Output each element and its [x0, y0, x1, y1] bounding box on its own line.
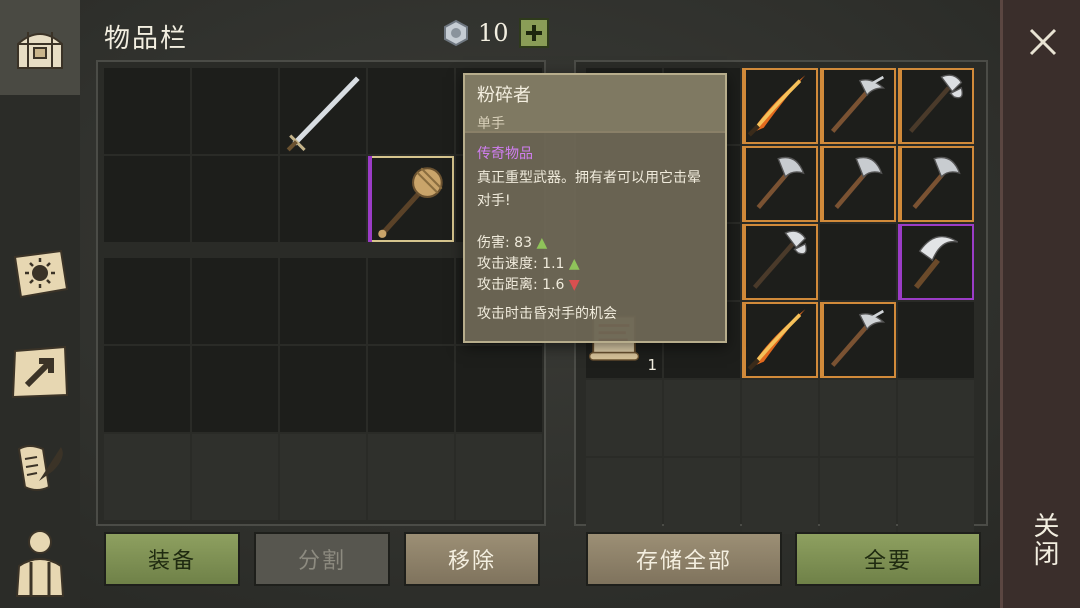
slot-pickaxe[interactable]: [820, 68, 896, 144]
left-sidebar: [0, 0, 80, 608]
empty-slot[interactable]: [820, 380, 896, 456]
empty-slot[interactable]: [586, 458, 662, 534]
empty-slot[interactable]: [104, 434, 190, 520]
double-axe-icon: [908, 74, 963, 133]
item-type: 单手: [477, 116, 505, 132]
empty-slot[interactable]: [280, 346, 366, 432]
item-tooltip: 粉碎者 单手 传奇物品 真正重型武器。拥有者可以用它击晕对手! 伤害: 83 ▲…: [463, 73, 727, 343]
close-label[interactable]: 关闭: [1023, 512, 1063, 568]
tooltip-header: 粉碎者 单手: [465, 75, 725, 133]
hatchet-icon: [834, 156, 883, 209]
empty-slot[interactable]: [368, 346, 454, 432]
slot-pickaxe[interactable]: [820, 302, 896, 378]
empty-slot[interactable]: [192, 346, 278, 432]
empty-slot[interactable]: [280, 434, 366, 520]
tab-inventory[interactable]: [0, 0, 80, 95]
empty-slot[interactable]: [104, 258, 190, 344]
empty-slot[interactable]: [820, 224, 896, 300]
empty-slot[interactable]: [898, 302, 974, 378]
tab-skills[interactable]: [6, 240, 74, 308]
tab-journal[interactable]: [6, 434, 74, 502]
slot-hatchet[interactable]: [742, 146, 818, 222]
empty-slot[interactable]: [280, 156, 366, 242]
double-axe-icon: [752, 230, 807, 289]
stat-attack-speed: 攻击速度: 1.1 ▲: [477, 256, 580, 272]
sword-icon: [286, 76, 360, 152]
item-name: 粉碎者: [477, 85, 531, 106]
split-button[interactable]: 分割: [254, 532, 390, 586]
empty-slot[interactable]: [192, 434, 278, 520]
stat-up-icon: ▲: [536, 235, 548, 251]
item-stats: 伤害: 83 ▲ 攻击速度: 1.1 ▲ 攻击距离: 1.6 ▼: [477, 233, 713, 296]
empty-slot[interactable]: [368, 258, 454, 344]
slot-flaming-sword[interactable]: [742, 302, 818, 378]
empty-slot[interactable]: [820, 458, 896, 534]
empty-slot[interactable]: [368, 68, 454, 154]
empty-slot[interactable]: [192, 258, 278, 344]
chest-icon: [17, 31, 63, 69]
empty-slot[interactable]: [104, 156, 190, 242]
stack-count: 1: [647, 356, 657, 374]
add-coins-button[interactable]: [518, 18, 549, 48]
empty-slot[interactable]: [280, 258, 366, 344]
slot-sword[interactable]: [280, 68, 366, 154]
slot-hatchet[interactable]: [820, 146, 896, 222]
page-title: 物品栏: [104, 24, 189, 54]
empty-slot[interactable]: [104, 68, 190, 154]
take-all-button[interactable]: 全要: [795, 532, 981, 586]
mace-icon: [378, 167, 443, 238]
item-effect: 攻击时击昏对手的机会: [477, 306, 617, 322]
scythe-icon: [913, 235, 959, 290]
character-icon: [15, 530, 65, 597]
empty-slot[interactable]: [192, 156, 278, 242]
close-icon[interactable]: [1021, 22, 1065, 62]
slot-mace[interactable]: [368, 156, 454, 242]
slot-double-axe[interactable]: [742, 224, 818, 300]
empty-slot[interactable]: [664, 380, 740, 456]
tab-crafting[interactable]: [6, 338, 74, 406]
quill-scroll-icon: [17, 445, 63, 491]
plus-icon: [525, 25, 542, 41]
hatchet-icon: [912, 156, 961, 209]
empty-slot[interactable]: [664, 458, 740, 534]
stat-up-icon: ▲: [568, 256, 580, 272]
flaming-sword-icon: [747, 75, 806, 137]
coin-icon: [444, 19, 468, 47]
stat-down-icon: ▼: [568, 277, 580, 293]
slot-double-axe[interactable]: [898, 68, 974, 144]
close-panel[interactable]: 关闭: [1000, 0, 1080, 608]
stat-attack-range: 攻击距离: 1.6 ▼: [477, 277, 580, 293]
empty-slot[interactable]: [742, 380, 818, 456]
flaming-sword-icon: [747, 309, 806, 371]
empty-slot[interactable]: [898, 458, 974, 534]
stat-damage: 伤害: 83 ▲: [477, 235, 548, 251]
item-rarity: 传奇物品: [477, 146, 533, 162]
tab-character[interactable]: [6, 528, 74, 597]
pickaxe-icon: [830, 75, 886, 133]
hatchet-icon: [756, 156, 805, 209]
craft-map-icon: [11, 345, 69, 399]
item-description: 真正重型武器。拥有者可以用它击晕对手!: [477, 170, 701, 209]
empty-slot[interactable]: [742, 458, 818, 534]
pickaxe-icon: [830, 309, 886, 367]
empty-slot[interactable]: [898, 380, 974, 456]
empty-slot[interactable]: [368, 434, 454, 520]
equip-button[interactable]: 装备: [104, 532, 240, 586]
slot-scythe[interactable]: [898, 224, 974, 300]
remove-button[interactable]: 移除: [404, 532, 540, 586]
empty-slot[interactable]: [586, 380, 662, 456]
currency-display: 10: [442, 18, 549, 48]
sun-book-icon: [13, 249, 69, 299]
slot-flaming-sword[interactable]: [742, 68, 818, 144]
empty-slot[interactable]: [456, 434, 542, 520]
empty-slot[interactable]: [104, 346, 190, 432]
slot-hatchet[interactable]: [898, 146, 974, 222]
empty-slot[interactable]: [456, 346, 542, 432]
empty-slot[interactable]: [192, 68, 278, 154]
coin-count: 10: [478, 19, 509, 47]
store-all-button[interactable]: 存储全部: [586, 532, 782, 586]
